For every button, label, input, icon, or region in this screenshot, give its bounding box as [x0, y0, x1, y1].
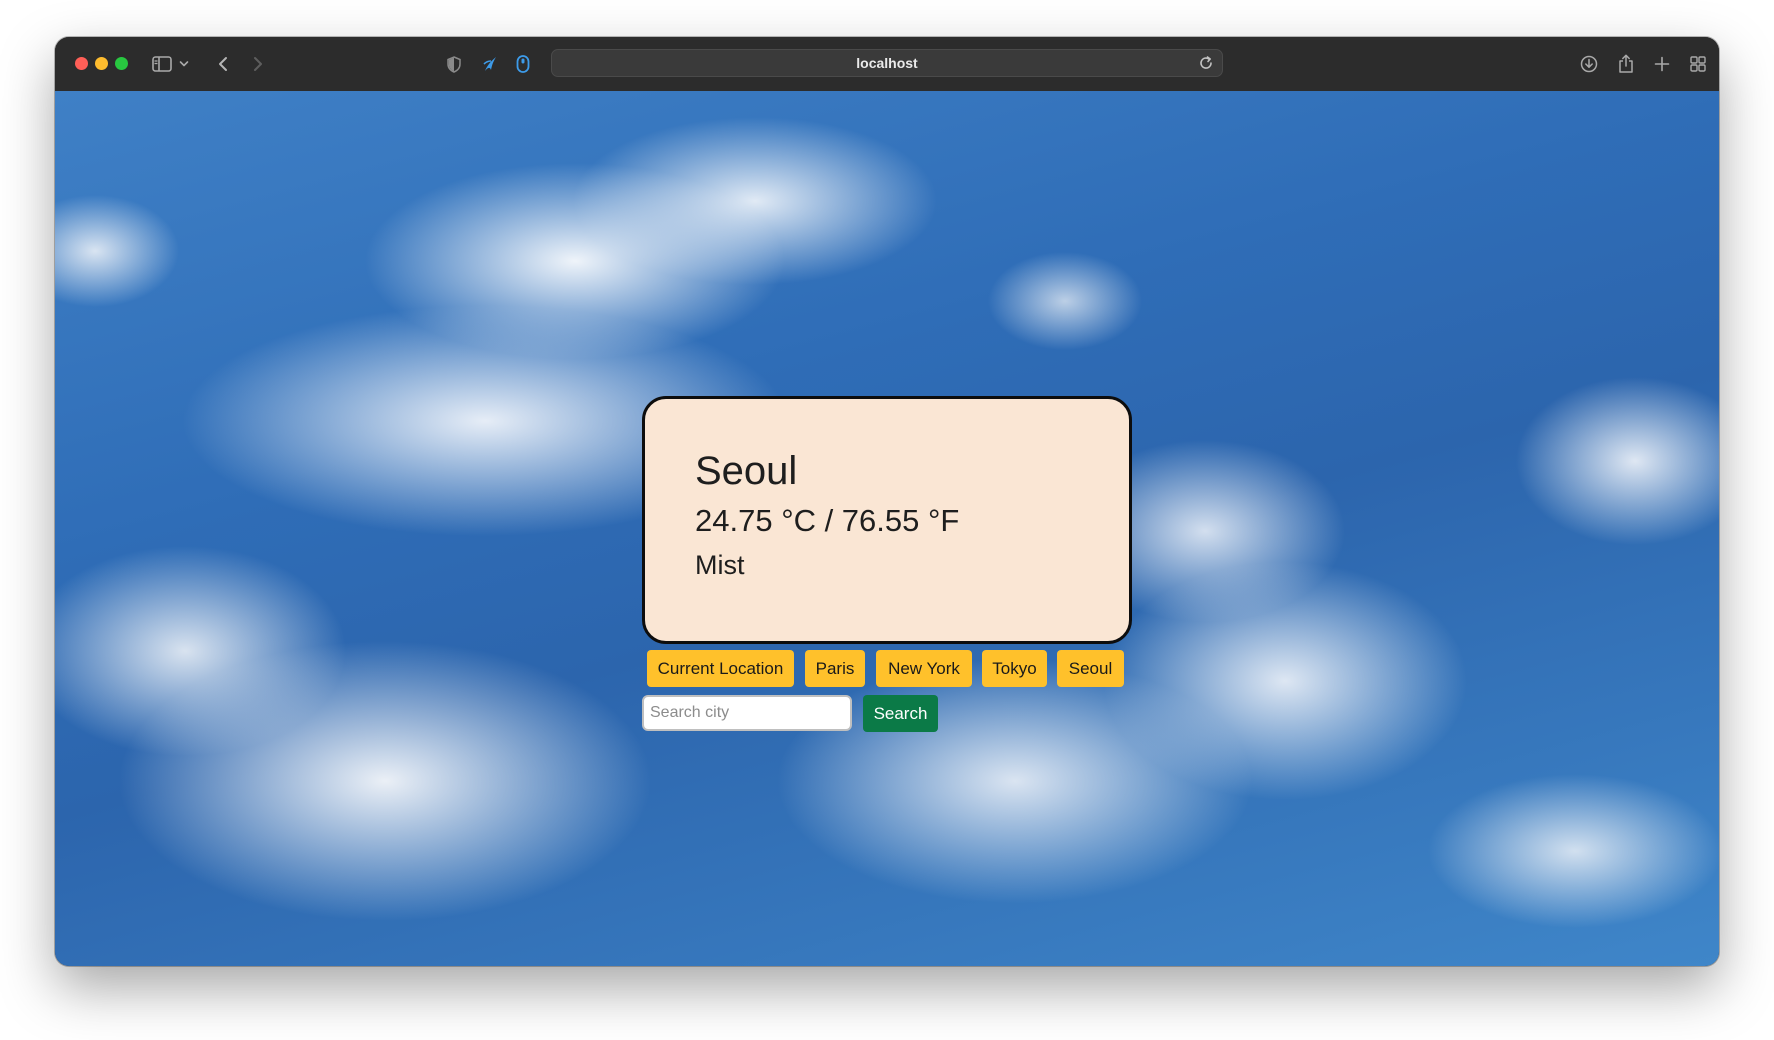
address-bar[interactable]: localhost [551, 49, 1223, 77]
extension-icon[interactable] [481, 52, 499, 76]
weather-card: Seoul 24.75 °C / 76.55 °F Mist [642, 396, 1132, 644]
city-button-seoul[interactable]: Seoul [1057, 650, 1124, 687]
minimize-window-button[interactable] [95, 57, 108, 70]
browser-window: localhost Seoul 24.75 °C / 76.55 °F Mist… [55, 37, 1719, 966]
download-icon[interactable] [1579, 52, 1599, 76]
city-button-paris[interactable]: Paris [805, 650, 865, 687]
tab-overview-icon[interactable] [1689, 52, 1707, 76]
browser-toolbar: localhost [55, 37, 1719, 92]
forward-icon[interactable] [250, 52, 266, 76]
city-button-new-york[interactable]: New York [876, 650, 972, 687]
plus-icon[interactable] [1653, 52, 1671, 76]
share-icon[interactable] [1616, 52, 1636, 76]
extension-icon[interactable] [515, 52, 531, 76]
back-icon[interactable] [215, 52, 231, 76]
chevron-down-icon[interactable] [177, 52, 191, 76]
search-button[interactable]: Search [863, 695, 938, 732]
privacy-shield-icon[interactable] [446, 52, 462, 76]
weather-condition: Mist [695, 550, 745, 580]
zoom-window-button[interactable] [115, 57, 128, 70]
city-name: Seoul [695, 449, 798, 493]
city-button-current-location[interactable]: Current Location [647, 650, 794, 687]
address-text: localhost [856, 55, 918, 71]
city-button-tokyo[interactable]: Tokyo [982, 650, 1047, 687]
search-input[interactable] [642, 695, 852, 731]
page-content: Seoul 24.75 °C / 76.55 °F Mist Current L… [55, 91, 1719, 966]
close-window-button[interactable] [75, 57, 88, 70]
sidebar-icon[interactable] [151, 52, 173, 76]
reload-icon[interactable] [1198, 55, 1214, 76]
temperature: 24.75 °C / 76.55 °F [695, 503, 960, 538]
